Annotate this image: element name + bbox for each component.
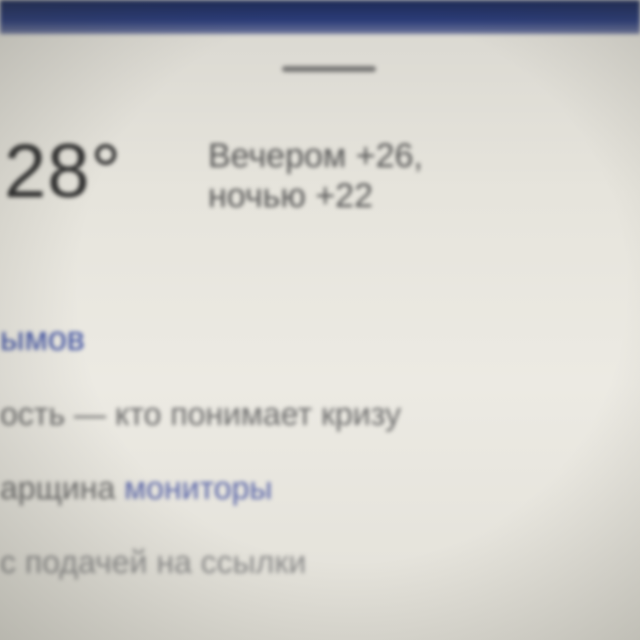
browser-screen: 28° Вечером +26, ночью +22 ымов ость — к… [0, 0, 640, 640]
forecast-night: ночью +22 [208, 177, 373, 215]
result-link[interactable]: ымов [0, 320, 85, 359]
forecast: Вечером +26, ночью +22 [208, 136, 423, 216]
result-snippet-line: ость — кто понимает кризу [0, 396, 401, 432]
divider [282, 66, 376, 72]
temperature-current: 28° [4, 129, 122, 214]
snippet-link[interactable]: мониторы [124, 470, 272, 506]
browser-toolbar [0, 0, 640, 34]
result-snippet-line: арщина мониторы [0, 470, 272, 507]
forecast-evening: Вечером +26, [208, 137, 423, 175]
result-snippet-line: с подачей на ссылки [0, 544, 307, 580]
snippet-text: арщина [0, 470, 116, 506]
